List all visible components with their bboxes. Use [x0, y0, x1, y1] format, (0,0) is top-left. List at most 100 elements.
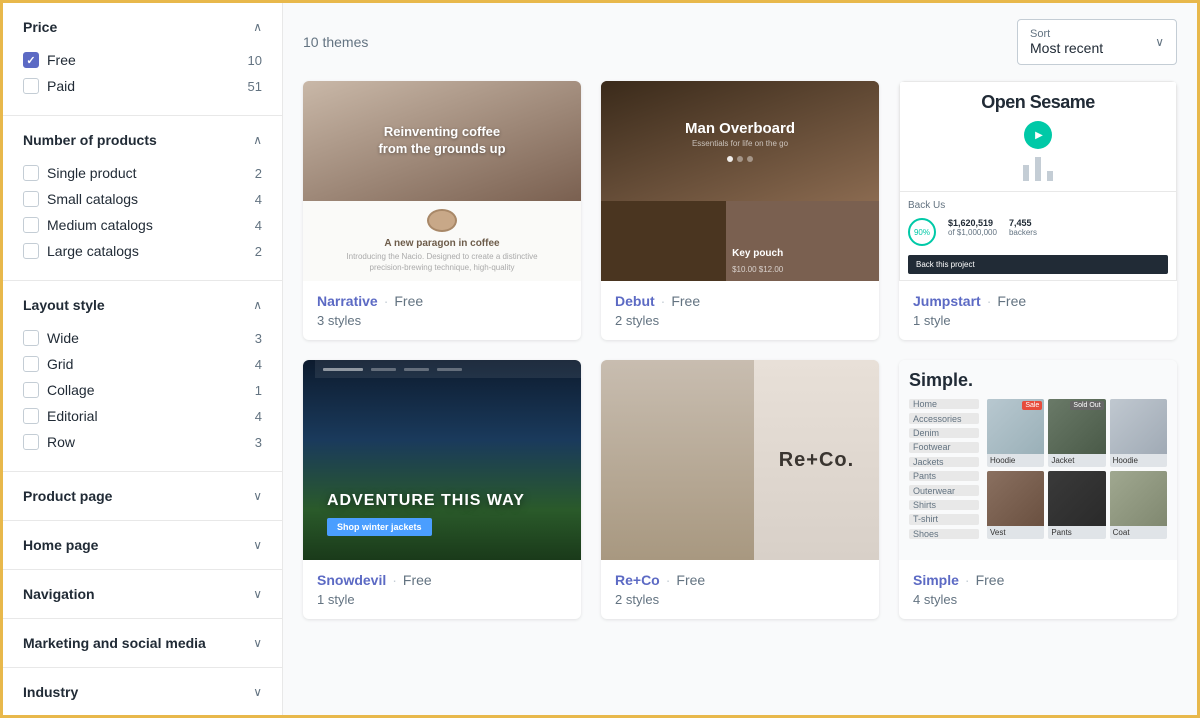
checkbox-grid[interactable] [23, 356, 39, 372]
simple-brand-name: Simple. [909, 370, 1167, 391]
filter-item-collage-left: Collage [23, 382, 94, 398]
theme-name-row-jumpstart: Jumpstart · Free [913, 293, 1163, 309]
checkbox-wide[interactable] [23, 330, 39, 346]
filter-item-free: Free 10 [23, 47, 262, 73]
jumpstart-back-us: Back Us [908, 200, 1168, 211]
simple-product-4: Vest [987, 471, 1044, 539]
checkbox-medium-catalogs[interactable] [23, 217, 39, 233]
snowdevil-hero-content: ADVENTURE THIS WAY Shop winter jackets [315, 480, 569, 548]
theme-card-narrative[interactable]: Reinventing coffeefrom the grounds up A … [303, 81, 581, 340]
jumpstart-stat-2: $1,620,519 of $1,000,000 [948, 218, 997, 246]
sidebar: Price ∧ Free 10 Paid 51 [3, 3, 283, 715]
filter-count-editorial: 4 [255, 409, 262, 424]
narrative-preview-bottom: A new paragon in coffee Introducing the … [303, 201, 581, 281]
theme-styles-narrative: 3 styles [317, 313, 567, 328]
narrative-sub-text: A new paragon in coffee [384, 238, 499, 249]
simple-prod-info-6: Coat [1110, 526, 1167, 539]
theme-card-simple[interactable]: Simple. Home Accessories Denim Footwear … [899, 360, 1177, 619]
jumpstart-backers: 7,455 [1009, 218, 1037, 228]
checkbox-large-catalogs[interactable] [23, 243, 39, 259]
debut-headline: Man Overboard [685, 120, 795, 137]
simple-nav-outerwear: Outerwear [909, 485, 979, 495]
checkbox-editorial[interactable] [23, 408, 39, 424]
theme-name-row-reco: Re+Co · Free [615, 572, 865, 588]
play-icon: ▶ [1035, 130, 1043, 141]
simple-product-3: Hoodie [1110, 399, 1167, 467]
chevron-down-icon-sort: ∨ [1155, 35, 1164, 49]
theme-info-reco: Re+Co · Free 2 styles [601, 560, 879, 619]
checkbox-row[interactable] [23, 434, 39, 450]
filter-item-paid: Paid 51 [23, 73, 262, 99]
simple-nav-accessories: Accessories [909, 413, 979, 423]
checkbox-single-product[interactable] [23, 165, 39, 181]
filter-section-marketing-header[interactable]: Marketing and social media ∨ [23, 635, 262, 651]
simple-prod-info-1: Hoodie [987, 454, 1044, 467]
jumpstart-backers-label: backers [1009, 228, 1037, 237]
checkbox-paid[interactable] [23, 78, 39, 94]
theme-price-snowdevil: Free [403, 572, 432, 588]
theme-dot-debut: · [661, 293, 666, 309]
simple-products-grid: Sale Hoodie Sold Out Jacket Hoodie [987, 399, 1167, 539]
debut-dot-2 [737, 156, 743, 162]
jumpstart-bars [1023, 157, 1053, 181]
simple-nav-denim: Denim [909, 428, 979, 438]
filter-item-paid-left: Paid [23, 78, 75, 94]
theme-preview-reco: Re+Co. [601, 360, 879, 560]
theme-card-reco[interactable]: Re+Co. Re+Co · Free 2 styles [601, 360, 879, 619]
theme-preview-narrative: Reinventing coffeefrom the grounds up A … [303, 81, 581, 281]
theme-name-snowdevil: Snowdevil [317, 572, 386, 588]
theme-card-debut[interactable]: Man Overboard Essentials for life on the… [601, 81, 879, 340]
filter-section-navigation-header[interactable]: Navigation ∨ [23, 586, 262, 602]
theme-name-reco: Re+Co [615, 572, 660, 588]
jumpstart-stat-1: 90% [908, 218, 936, 246]
theme-info-snowdevil: Snowdevil · Free 1 style [303, 560, 581, 619]
filter-item-editorial: Editorial 4 [23, 403, 262, 429]
filter-section-industry-header[interactable]: Industry ∨ [23, 684, 262, 700]
theme-styles-simple: 4 styles [913, 592, 1163, 607]
simple-prod-img-6 [1110, 471, 1167, 526]
sort-dropdown[interactable]: Sort Most recent ∨ [1017, 19, 1177, 65]
theme-dot-snowdevil: · [392, 572, 397, 588]
simple-nav-shirts: Shirts [909, 500, 979, 510]
checkbox-small-catalogs[interactable] [23, 191, 39, 207]
filter-section-marketing-title: Marketing and social media [23, 635, 206, 651]
theme-styles-jumpstart: 1 style [913, 313, 1163, 328]
filter-section-nop-header[interactable]: Number of products ∧ [23, 132, 262, 148]
filter-count-paid: 51 [248, 79, 262, 94]
snowdevil-cta-button[interactable]: Shop winter jackets [327, 518, 432, 536]
theme-card-jumpstart[interactable]: Open Sesame ▶ Back Us [899, 81, 1177, 340]
filter-item-single: Single product 2 [23, 160, 262, 186]
filter-section-home-page-header[interactable]: Home page ∨ [23, 537, 262, 553]
theme-dot-reco: · [666, 572, 671, 588]
checkbox-free[interactable] [23, 52, 39, 68]
filter-section-layout-header[interactable]: Layout style ∧ [23, 297, 262, 313]
narrative-preview-top: Reinventing coffeefrom the grounds up [303, 81, 581, 201]
debut-dot-3 [747, 156, 753, 162]
filter-section-price: Price ∧ Free 10 Paid 51 [3, 3, 282, 116]
simple-prod-info-3: Hoodie [1110, 454, 1167, 467]
chevron-up-icon: ∧ [253, 20, 262, 34]
filter-item-editorial-left: Editorial [23, 408, 98, 424]
filter-count-medium: 4 [255, 218, 262, 233]
theme-preview-jumpstart: Open Sesame ▶ Back Us [899, 81, 1177, 281]
filter-item-wide-left: Wide [23, 330, 79, 346]
filter-item-free-left: Free [23, 52, 76, 68]
filter-section-home-page-title: Home page [23, 537, 98, 553]
filter-section-industry-title: Industry [23, 684, 78, 700]
filter-section-price-header[interactable]: Price ∧ [23, 19, 262, 35]
simple-nav-shoes: Shoes [909, 529, 979, 539]
theme-card-snowdevil[interactable]: ADVENTURE THIS WAY Shop winter jackets S… [303, 360, 581, 619]
themes-grid: Reinventing coffeefrom the grounds up A … [303, 81, 1177, 619]
filter-label-row: Row [47, 434, 75, 450]
chevron-down-icon-pp: ∨ [253, 489, 262, 503]
filter-item-wide: Wide 3 [23, 325, 262, 351]
price-filter-items: Free 10 Paid 51 [23, 47, 262, 99]
simple-prod-img-5 [1048, 471, 1105, 526]
chevron-down-icon-nav: ∨ [253, 587, 262, 601]
filter-section-product-page: Product page ∨ [3, 472, 282, 521]
filter-label-medium: Medium catalogs [47, 217, 153, 233]
theme-styles-debut: 2 styles [615, 313, 865, 328]
filter-label-editorial: Editorial [47, 408, 98, 424]
filter-section-product-page-header[interactable]: Product page ∨ [23, 488, 262, 504]
checkbox-collage[interactable] [23, 382, 39, 398]
